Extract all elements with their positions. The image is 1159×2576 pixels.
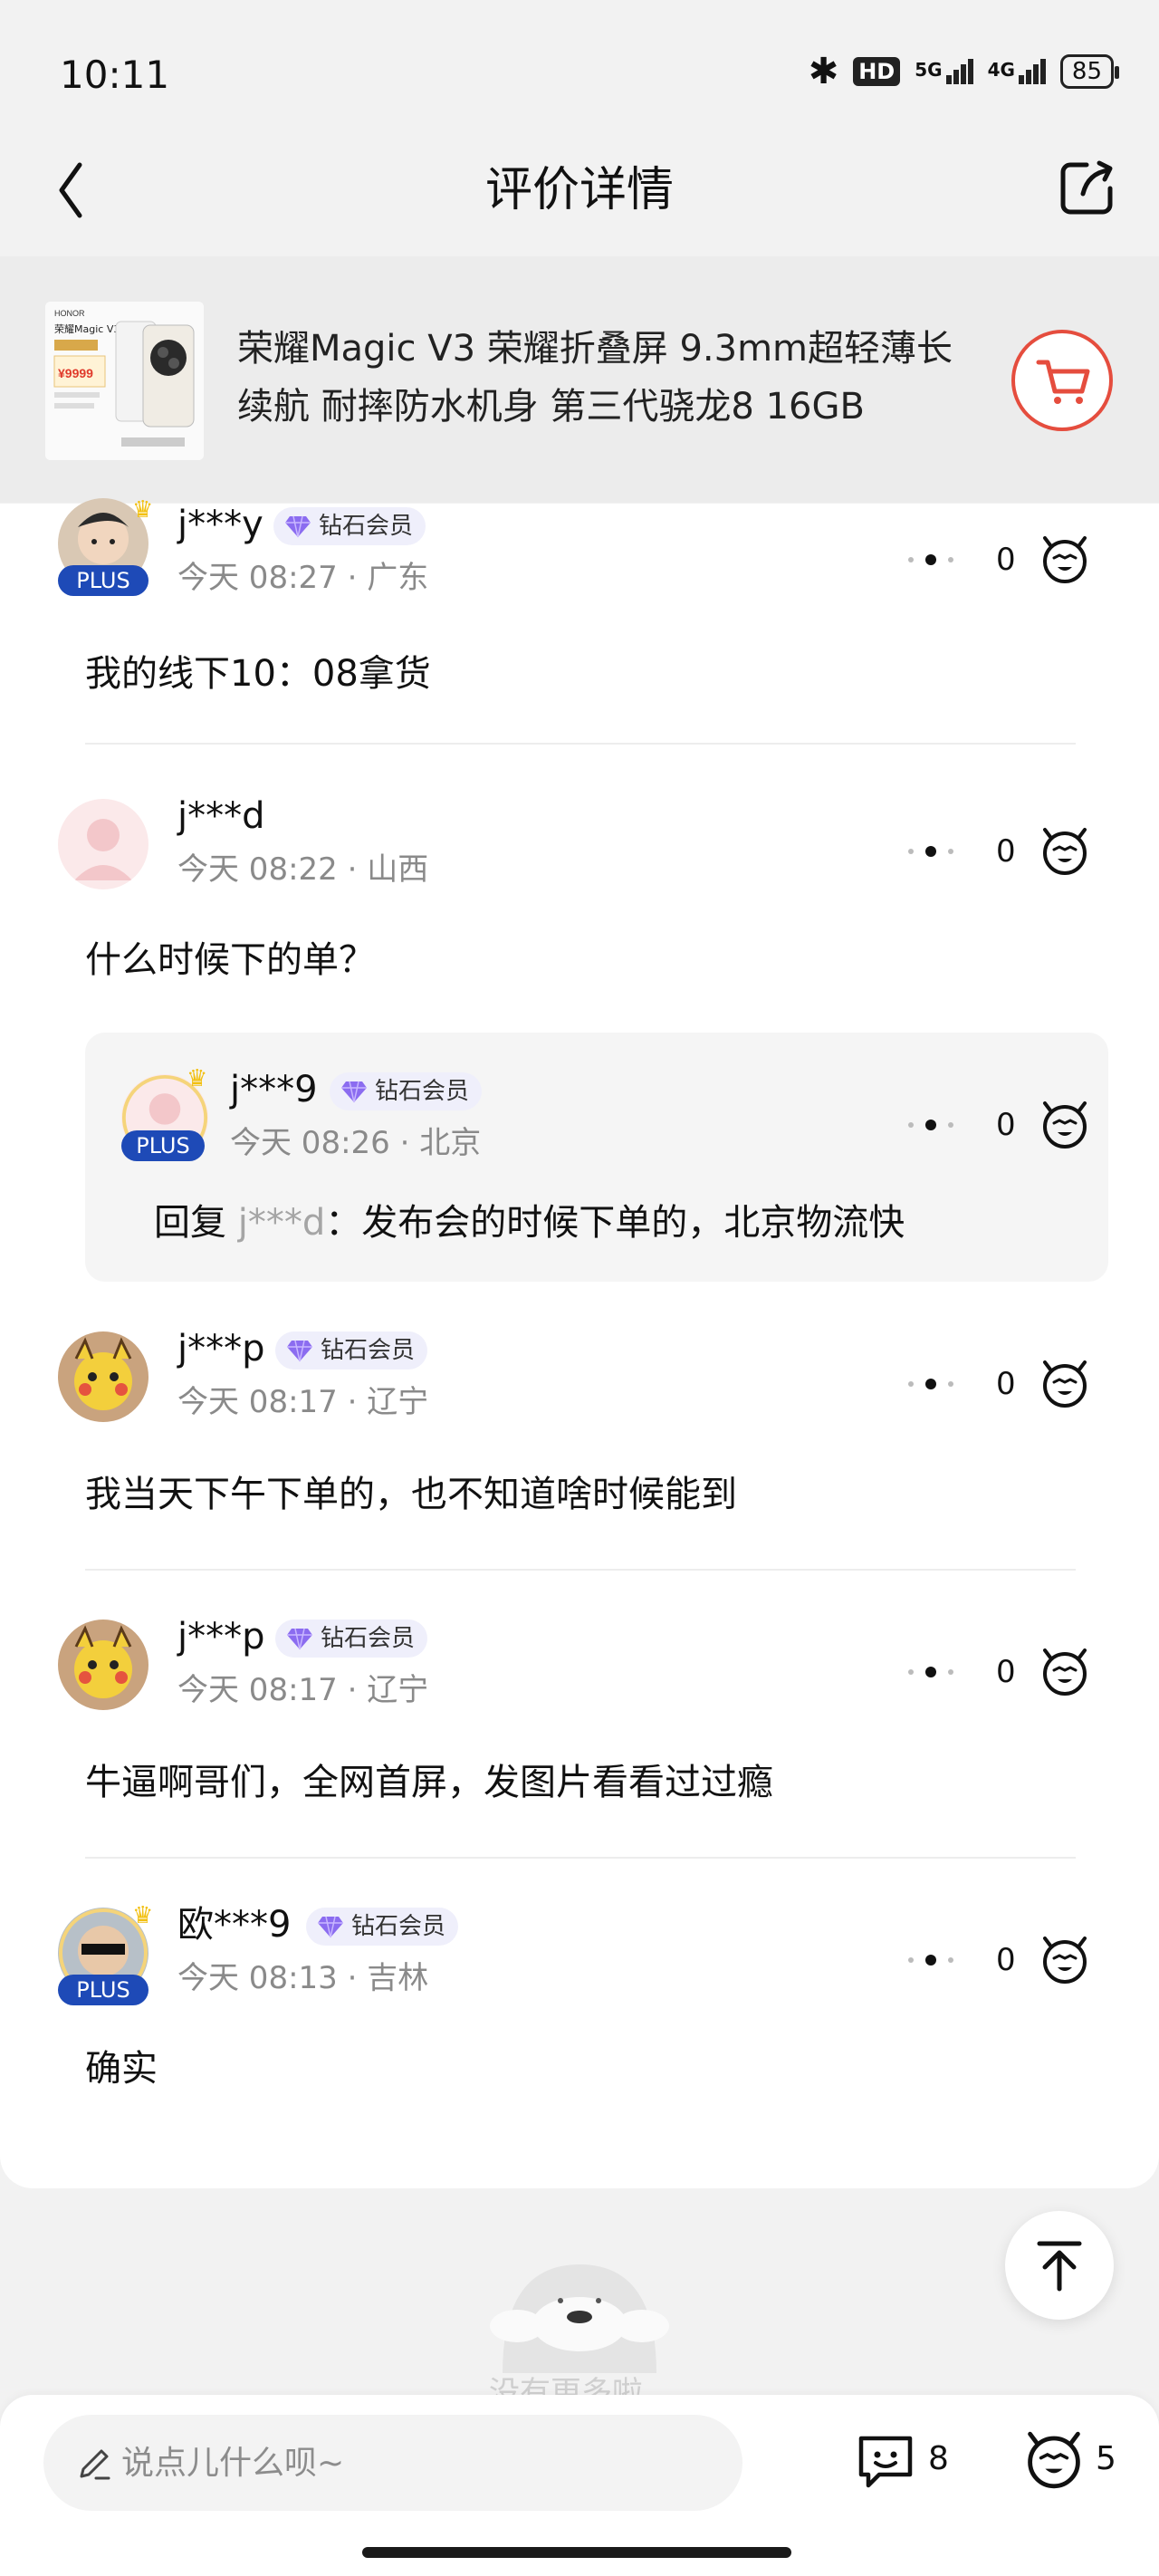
vip-badge: 钻石会员 (273, 507, 426, 545)
reply-mention[interactable]: j***d (238, 1202, 326, 1244)
product-bar[interactable]: HONOR 荣耀Magic V3 ¥9999 荣耀Magic V3 荣耀折叠屏 … (0, 256, 1159, 503)
like-face-icon[interactable] (1038, 1933, 1092, 1987)
like-face-icon[interactable] (1038, 824, 1092, 879)
like-face-icon[interactable] (1021, 2427, 1087, 2493)
like-count: 0 (996, 833, 1016, 870)
comment-meta: 今天 08:27 · 广东 (177, 560, 429, 596)
comment-username[interactable]: j***p (177, 1614, 265, 1659)
cart-icon (1036, 360, 1090, 404)
comment-username[interactable]: 欧***9 (177, 1902, 291, 1947)
nav-bar: 评价详情 (0, 136, 1159, 254)
comment-meta: 今天 08:17 · 辽宁 (177, 1384, 429, 1420)
comment-icon[interactable] (856, 2431, 915, 2491)
more-dots-icon[interactable] (905, 1373, 956, 1395)
comment-text: 确实 (85, 2048, 158, 2090)
vip-badge: 钻石会员 (330, 1072, 483, 1110)
comment-username[interactable]: j***p (177, 1326, 265, 1371)
like-face-icon[interactable] (1038, 1645, 1092, 1699)
like-count: 0 (996, 542, 1016, 578)
add-to-cart-button[interactable] (1011, 330, 1113, 431)
diamond-icon (287, 1628, 312, 1650)
comment-username[interactable]: j***d (177, 793, 265, 839)
more-dots-icon[interactable] (905, 841, 956, 862)
avatar[interactable] (58, 1331, 148, 1422)
bluetooth-icon: ✱ (808, 51, 839, 92)
pen-icon (80, 2449, 110, 2480)
like-count: 0 (996, 1654, 1016, 1690)
hd-voice-icon: HD (853, 57, 901, 86)
like-count: 0 (996, 1942, 1016, 1978)
diamond-icon (287, 1340, 312, 1362)
comment-text: 什么时候下的单？ (85, 939, 375, 981)
vip-badge: 钻石会员 (306, 1908, 459, 1946)
bottom-bar: 8 5 (0, 2395, 1159, 2576)
more-dots-icon[interactable] (905, 549, 956, 571)
like-face-icon[interactable] (1038, 533, 1092, 587)
comment-username[interactable]: j***y (177, 502, 263, 547)
comment-text: 我当天下午下单的，也不知道啥时候能到 (85, 1474, 737, 1515)
signal-5g-icon: 5G (915, 59, 973, 84)
like-face-icon[interactable] (1038, 1098, 1092, 1152)
plus-badge: PLUS (58, 1975, 148, 2005)
comment-meta: 今天 08:13 · 吉林 (177, 1960, 429, 1996)
divider (85, 743, 1076, 745)
divider (85, 1569, 1076, 1571)
comment-text: 我的线下10：08拿货 (85, 653, 431, 695)
status-bar: 10:11 ✱ HD 5G 4G 85 (0, 0, 1159, 136)
plus-badge: PLUS (121, 1130, 205, 1161)
avatar[interactable] (58, 799, 148, 889)
more-dots-icon[interactable] (905, 1114, 956, 1136)
thumb-name: 荣耀Magic V3 (54, 323, 120, 335)
product-thumbnail[interactable]: HONOR 荣耀Magic V3 ¥9999 (45, 302, 204, 460)
status-icons: ✱ HD 5G 4G 85 (808, 51, 1120, 92)
home-indicator[interactable] (362, 2547, 791, 2558)
comments-list: ♛ PLUS j***y 钻石会员 今天 08:27 · 广东 0 我的线下10… (0, 496, 1159, 2188)
vip-badge: 钻石会员 (275, 1620, 428, 1658)
product-title[interactable]: 荣耀Magic V3 荣耀折叠屏 9.3mm超轻薄长续航 耐摔防水机身 第三代骁… (237, 320, 980, 436)
crown-icon: ♛ (132, 1902, 154, 1929)
like-count: 0 (996, 1366, 1016, 1402)
reply-meta: 今天 08:26 · 北京 (230, 1125, 482, 1161)
page-title: 评价详情 (484, 163, 674, 217)
diamond-icon (318, 1916, 343, 1938)
comment-count: 8 (928, 2440, 949, 2477)
plus-badge: PLUS (58, 565, 148, 596)
divider (85, 1857, 1076, 1859)
like-count: 0 (996, 1107, 1016, 1143)
comment-input-box[interactable] (43, 2415, 742, 2511)
empty-mascot-icon (490, 2264, 669, 2373)
avatar[interactable] (58, 1620, 148, 1710)
diamond-icon (341, 1081, 367, 1103)
reply-username[interactable]: j***9 (230, 1067, 318, 1112)
diamond-icon (285, 515, 311, 538)
battery-icon: 85 (1059, 54, 1120, 89)
comment-input[interactable] (121, 2435, 701, 2491)
share-icon[interactable] (1050, 152, 1123, 225)
crown-icon: ♛ (132, 496, 154, 524)
more-dots-icon[interactable] (905, 1661, 956, 1683)
thumb-brand: HONOR (54, 309, 85, 318)
back-to-top-icon (1037, 2241, 1082, 2292)
more-dots-icon[interactable] (905, 1949, 956, 1971)
thumb-price: ¥9999 (58, 366, 93, 380)
like-total-count: 5 (1096, 2440, 1116, 2477)
comment-text: 牛逼啊哥们，全网首屏，发图片看看过过瘾 (85, 1762, 773, 1803)
crown-icon: ♛ (187, 1065, 208, 1092)
reply-text: 回复 j***d：发布会的时候下单的，北京物流快 (154, 1202, 905, 1244)
comment-meta: 今天 08:17 · 辽宁 (177, 1672, 429, 1708)
like-face-icon[interactable] (1038, 1357, 1092, 1411)
signal-4g-icon: 4G (988, 59, 1046, 84)
back-to-top-button[interactable] (1005, 2211, 1114, 2320)
vip-badge: 钻石会员 (275, 1331, 428, 1370)
status-time: 10:11 (60, 53, 170, 97)
comment-meta: 今天 08:22 · 山西 (177, 851, 429, 888)
